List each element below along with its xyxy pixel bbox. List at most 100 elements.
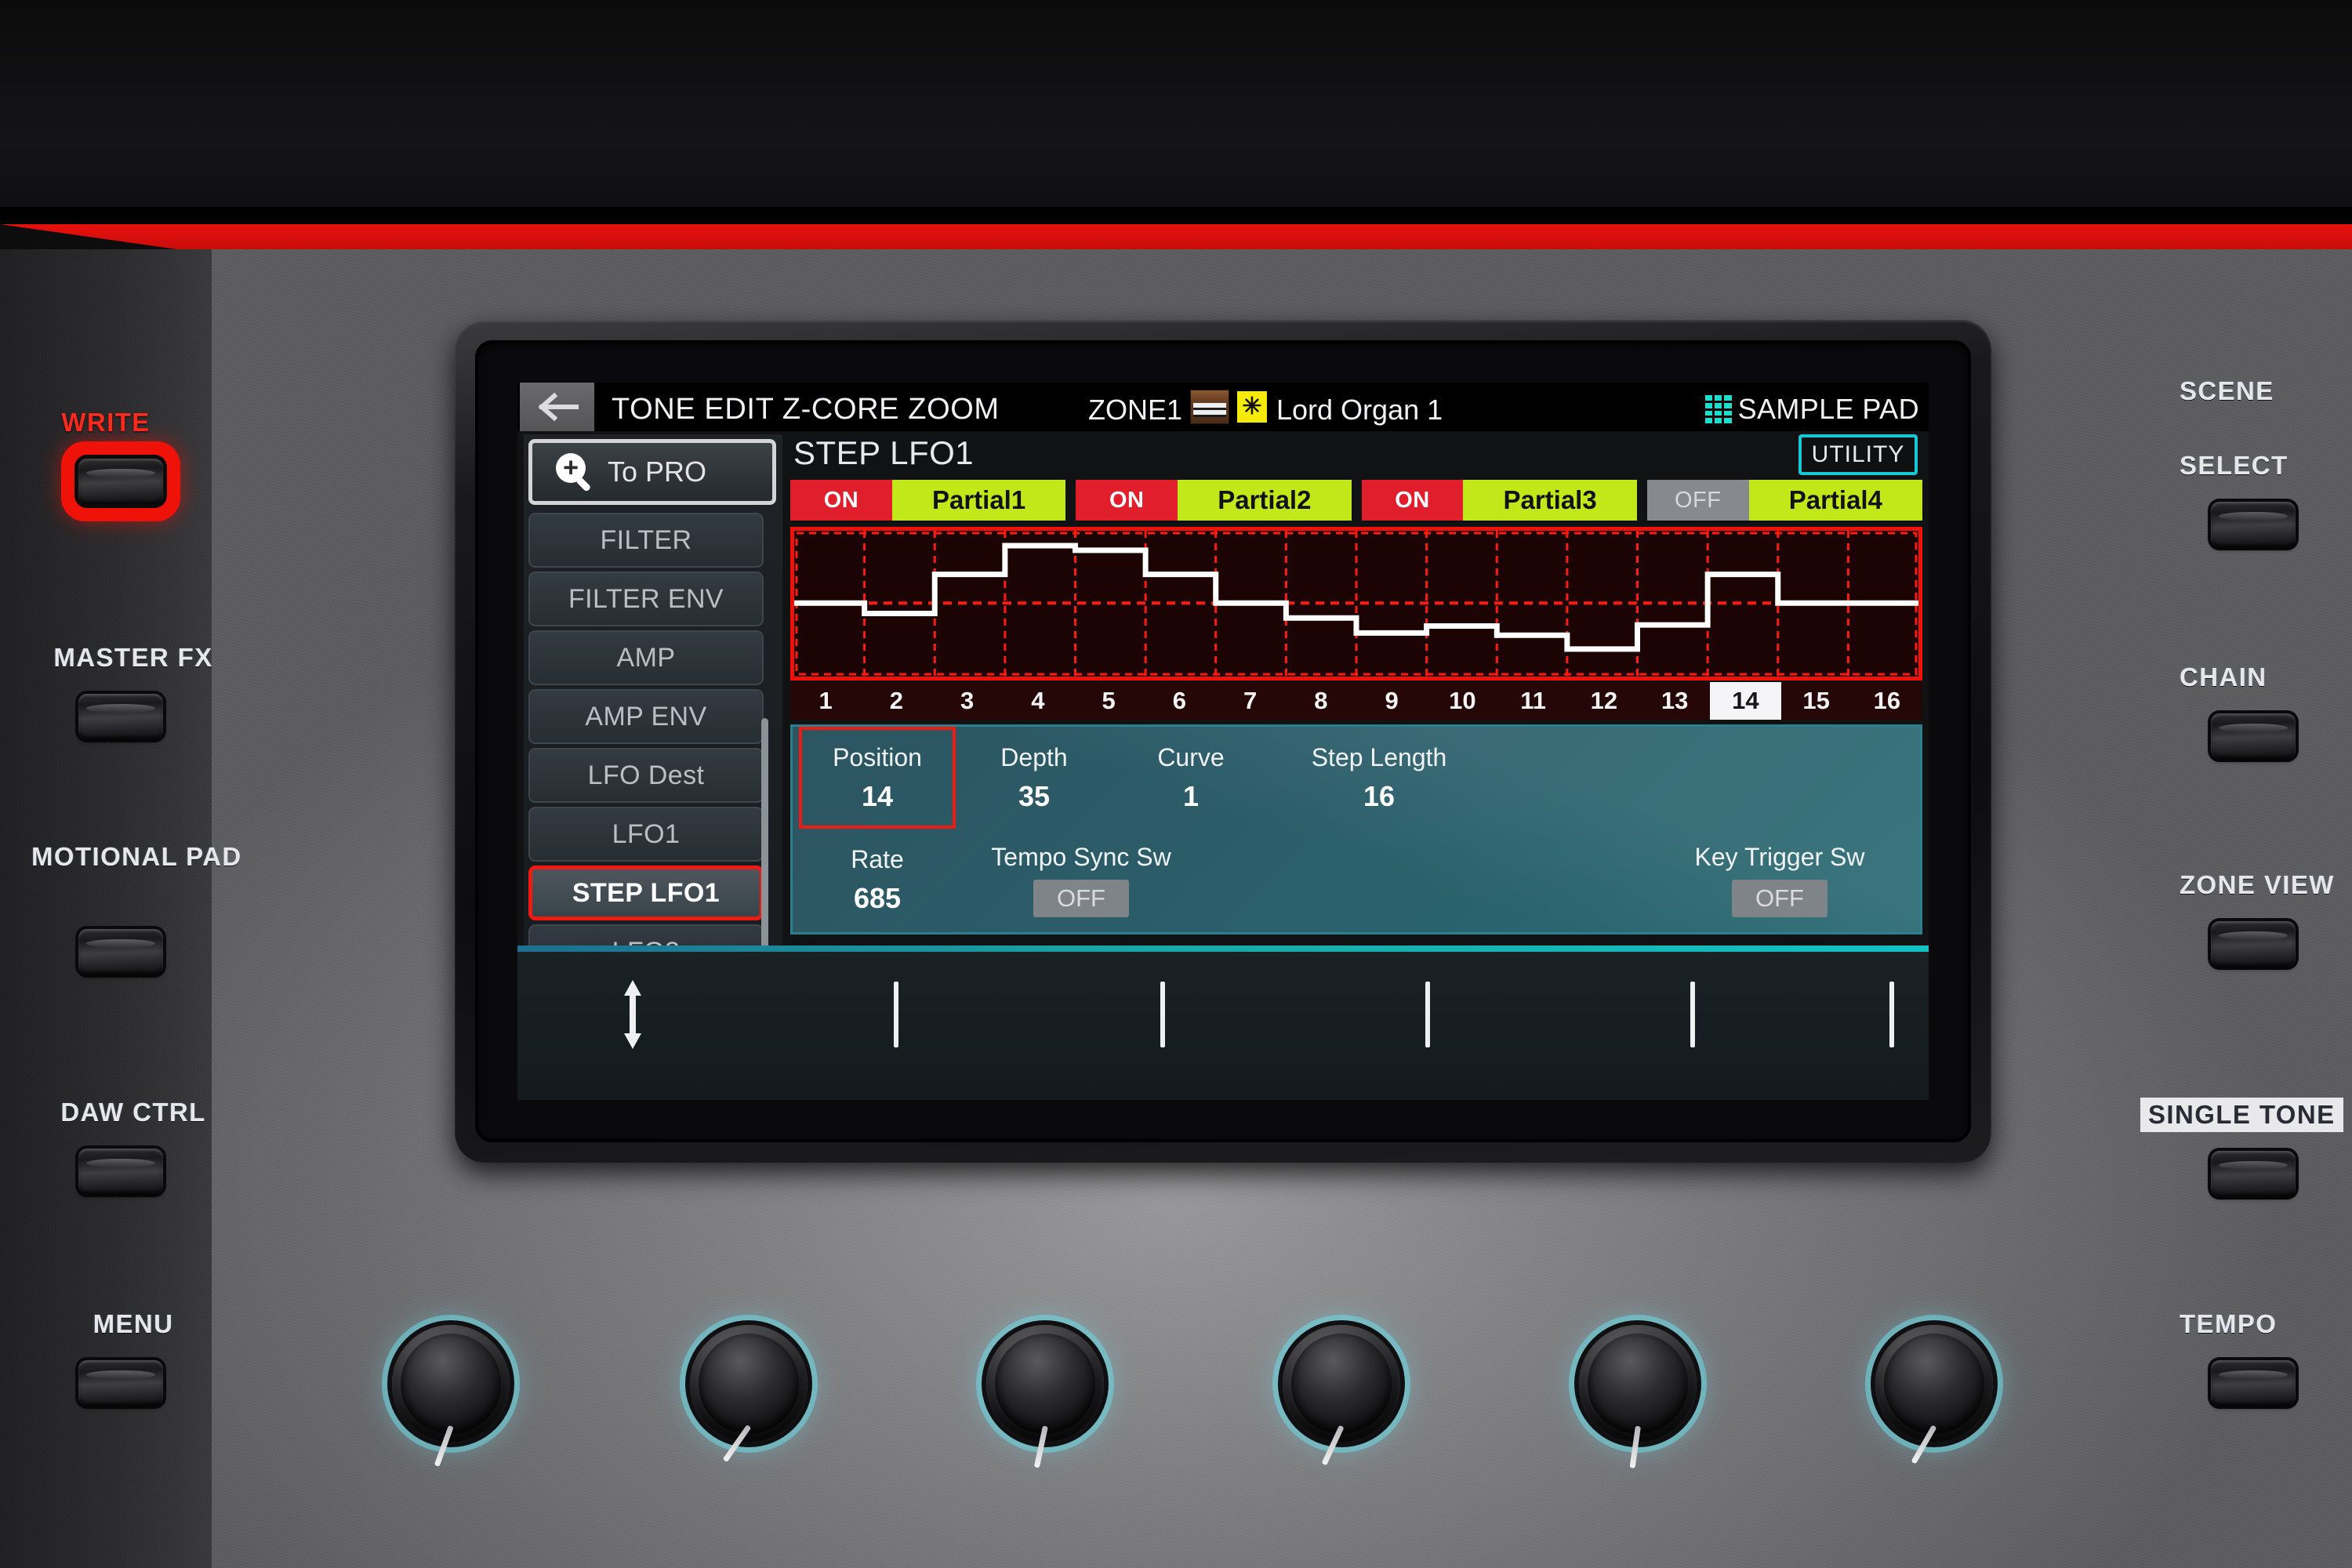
zone-label: ZONE1	[1088, 394, 1183, 426]
step-number[interactable]: 1	[790, 682, 861, 720]
param-value[interactable]: OFF	[1033, 879, 1129, 917]
write-button[interactable]	[78, 459, 163, 504]
param-label: Curve	[1157, 742, 1225, 771]
menu-button[interactable]	[78, 1360, 163, 1406]
nav-item-lfo1[interactable]: LFO1	[528, 807, 764, 862]
single-tone-button[interactable]	[2211, 1151, 2296, 1196]
arrow-left-icon	[537, 392, 579, 422]
nav-item-label: FILTER	[600, 524, 692, 555]
partial-name[interactable]: Partial4	[1748, 480, 1922, 521]
step-number[interactable]: 6	[1144, 682, 1214, 720]
back-button[interactable]	[520, 383, 594, 431]
step-number[interactable]: 3	[932, 682, 1003, 720]
utility-button[interactable]: UTILITY	[1798, 434, 1918, 475]
zone-view-button[interactable]	[2211, 921, 2296, 967]
partial-switch[interactable]: ON	[1076, 480, 1178, 521]
param-label: Depth	[1000, 742, 1068, 771]
param-step-length[interactable]: Step Length 16	[1269, 727, 1489, 829]
step-number[interactable]: 5	[1073, 682, 1144, 720]
step-number[interactable]: 12	[1569, 682, 1639, 720]
control-knob-1[interactable]	[392, 1325, 510, 1467]
knob-tick-1	[894, 982, 898, 1047]
partial-tab-bar: ON Partial1 ON Partial2 ON Partial3 OFF …	[790, 480, 1922, 521]
parameter-panel: Position 14 Depth 35 Curve 1 Step Length…	[790, 724, 1922, 935]
nav-item-step-lfo1[interactable]: STEP LFO1	[528, 866, 764, 920]
control-knob-2[interactable]	[690, 1325, 808, 1463]
param-key-trigger-sw[interactable]: Key Trigger Sw OFF	[1650, 829, 1909, 931]
teal-divider	[517, 946, 1929, 952]
nav-item-amp[interactable]: AMP	[528, 630, 764, 685]
nav-item-label: AMP	[616, 642, 676, 673]
control-knob-3[interactable]	[986, 1325, 1104, 1468]
step-number[interactable]: 11	[1498, 682, 1569, 720]
partial-name[interactable]: Partial1	[891, 480, 1066, 521]
nav-item-amp-env[interactable]: AMP ENV	[528, 689, 764, 744]
step-number[interactable]: 4	[1003, 682, 1073, 720]
param-depth[interactable]: Depth 35	[956, 727, 1112, 829]
param-value: 1	[1182, 779, 1200, 812]
tone-category-badge: ✳	[1237, 391, 1267, 423]
daw-ctrl-button[interactable]	[78, 1149, 163, 1194]
control-knob-4[interactable]	[1283, 1325, 1400, 1466]
partial-switch[interactable]: OFF	[1646, 480, 1749, 521]
partial-switch[interactable]: ON	[790, 480, 892, 521]
step-number[interactable]: 16	[1852, 682, 1922, 720]
step-number[interactable]: 7	[1215, 682, 1286, 720]
param-tempo-sync-sw[interactable]: Tempo Sync Sw OFF	[956, 829, 1207, 931]
nav-item-filter[interactable]: FILTER	[528, 513, 764, 568]
partial-name[interactable]: Partial3	[1463, 480, 1637, 521]
parameter-row-1: Position 14 Depth 35 Curve 1 Step Length…	[793, 727, 1920, 829]
param-label: Step Length	[1311, 742, 1447, 771]
param-curve[interactable]: Curve 1	[1112, 727, 1269, 829]
tempo-button[interactable]	[2211, 1360, 2296, 1406]
step-number[interactable]: 9	[1356, 682, 1427, 720]
chain-button[interactable]	[2211, 713, 2296, 759]
step-lfo-waveform-graph[interactable]	[790, 527, 1922, 681]
param-value: 35	[1018, 779, 1051, 812]
chain-label: CHAIN	[2180, 662, 2267, 691]
step-number[interactable]: 14	[1710, 682, 1781, 720]
nav-item-filter-env[interactable]: FILTER ENV	[528, 572, 764, 626]
step-number[interactable]: 15	[1781, 682, 1852, 720]
knob-tick-4	[1690, 982, 1695, 1047]
step-number[interactable]: 10	[1427, 682, 1497, 720]
scene-select-button[interactable]	[2211, 502, 2296, 547]
param-value[interactable]: OFF	[1732, 879, 1828, 917]
organ-thumbnail-icon	[1190, 390, 1229, 424]
step-number[interactable]: 13	[1639, 682, 1710, 720]
param-value: 16	[1363, 779, 1396, 812]
param-value: 685	[853, 881, 902, 914]
master-fx-label: MASTER FX	[53, 643, 213, 672]
partial-switch[interactable]: ON	[1361, 480, 1464, 521]
daw-ctrl-label: DAW CTRL	[60, 1098, 206, 1127]
scene-label: SCENE	[2180, 376, 2274, 405]
param-position[interactable]: Position 14	[799, 727, 956, 829]
up-down-arrow-icon[interactable]	[619, 978, 646, 1051]
partial-name[interactable]: Partial2	[1178, 480, 1352, 521]
nav-item-label: STEP LFO1	[572, 877, 720, 908]
control-knob-6[interactable]	[1875, 1325, 1993, 1465]
step-number[interactable]: 2	[861, 682, 931, 720]
nav-item-label: FILTER ENV	[568, 583, 724, 614]
param-label: Position	[833, 742, 922, 771]
partial-tab-1[interactable]: ON Partial1	[790, 480, 1066, 521]
motional-pad-button[interactable]	[78, 929, 163, 975]
nav-item-lfo-dest[interactable]: LFO Dest	[528, 748, 764, 803]
step-number[interactable]: 8	[1286, 682, 1356, 720]
partial-tab-2[interactable]: ON Partial2	[1076, 480, 1352, 521]
page-title: STEP LFO1	[793, 434, 975, 471]
master-fx-button[interactable]	[78, 694, 163, 739]
partial-tab-4[interactable]: OFF Partial4	[1646, 480, 1922, 521]
param-rate[interactable]: Rate 685	[799, 829, 956, 931]
sample-pad-label: SAMPLE PAD	[1737, 393, 1919, 425]
write-label: WRITE	[61, 408, 151, 437]
control-knob-5[interactable]	[1579, 1325, 1697, 1468]
nav-scrollbar[interactable]	[761, 718, 768, 953]
sample-pad-indicator[interactable]: SAMPLE PAD	[1704, 393, 1919, 426]
tempo-label: TEMPO	[2180, 1309, 2278, 1338]
to-pro-label: To PRO	[608, 456, 707, 488]
to-pro-button[interactable]: To PRO	[528, 439, 776, 505]
nav-item-label: AMP ENV	[585, 701, 707, 731]
partial-tab-3[interactable]: ON Partial3	[1361, 480, 1637, 521]
knob-tick-5	[1889, 982, 1894, 1047]
